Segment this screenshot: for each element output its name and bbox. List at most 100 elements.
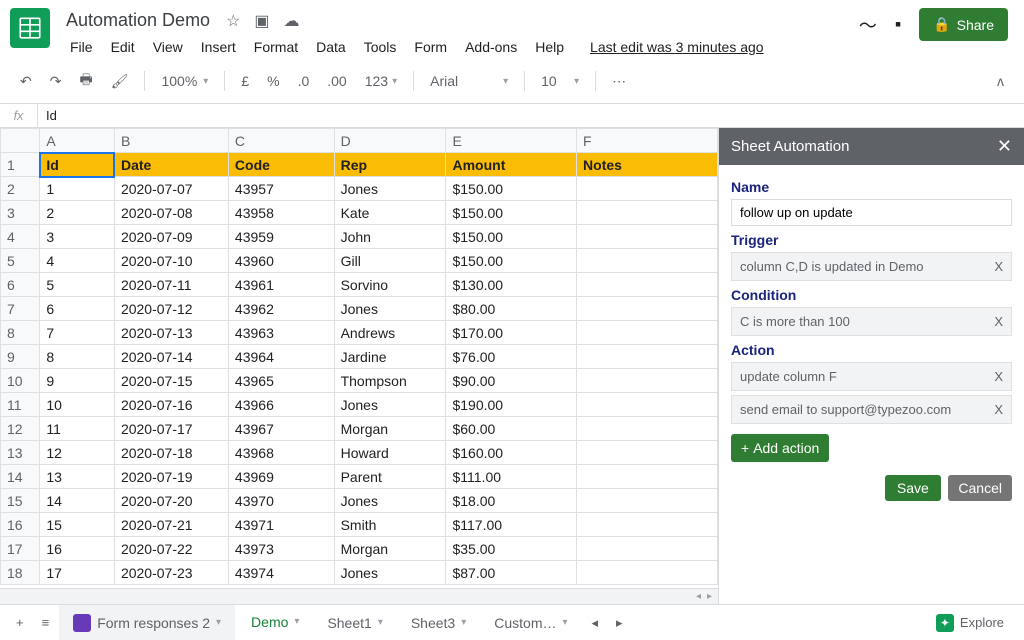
cell[interactable]: 43968: [228, 441, 334, 465]
cell[interactable]: 10: [40, 393, 115, 417]
cell[interactable]: [577, 417, 718, 441]
cell[interactable]: $111.00: [446, 465, 577, 489]
cell[interactable]: $150.00: [446, 201, 577, 225]
cell[interactable]: 43957: [228, 177, 334, 201]
cell[interactable]: 2020-07-11: [114, 273, 228, 297]
cell[interactable]: 43960: [228, 249, 334, 273]
save-button[interactable]: Save: [885, 475, 941, 501]
add-action-button[interactable]: + Add action: [731, 434, 829, 462]
column-header-C[interactable]: C: [228, 129, 334, 153]
cell[interactable]: [577, 225, 718, 249]
zoom-select[interactable]: 100% ▾: [155, 69, 214, 93]
row-header-1[interactable]: 1: [1, 153, 40, 177]
cell[interactable]: Smith: [334, 513, 446, 537]
cell[interactable]: 11: [40, 417, 115, 441]
formula-input[interactable]: Id: [38, 104, 1024, 127]
row-header-11[interactable]: 11: [1, 393, 40, 417]
remove-action-icon[interactable]: X: [994, 402, 1003, 417]
cell[interactable]: 43959: [228, 225, 334, 249]
all-sheets-button[interactable]: ≡: [34, 615, 58, 630]
tab-scroll-right[interactable]: ▸: [608, 615, 631, 631]
cell[interactable]: 17: [40, 561, 115, 585]
cell[interactable]: Thompson: [334, 369, 446, 393]
row-header-7[interactable]: 7: [1, 297, 40, 321]
remove-condition-icon[interactable]: X: [994, 314, 1003, 329]
cell[interactable]: 7: [40, 321, 115, 345]
cell[interactable]: 43971: [228, 513, 334, 537]
cell[interactable]: 2020-07-10: [114, 249, 228, 273]
cell[interactable]: $35.00: [446, 537, 577, 561]
cell[interactable]: 2020-07-17: [114, 417, 228, 441]
header-cell-code[interactable]: Code: [228, 153, 334, 177]
menu-form[interactable]: Form: [406, 35, 455, 59]
cell[interactable]: 43970: [228, 489, 334, 513]
cell[interactable]: $150.00: [446, 177, 577, 201]
cell[interactable]: $80.00: [446, 297, 577, 321]
cancel-button[interactable]: Cancel: [948, 475, 1012, 501]
scroll-left-icon[interactable]: ◂: [696, 591, 701, 602]
automation-name-input[interactable]: [731, 199, 1012, 226]
cell[interactable]: 43973: [228, 537, 334, 561]
menu-help[interactable]: Help: [527, 35, 572, 59]
percent-button[interactable]: %: [261, 69, 285, 93]
cell[interactable]: 4: [40, 249, 115, 273]
row-header-3[interactable]: 3: [1, 201, 40, 225]
cell[interactable]: 2020-07-19: [114, 465, 228, 489]
column-header-B[interactable]: B: [114, 129, 228, 153]
cell[interactable]: 2020-07-12: [114, 297, 228, 321]
header-cell-amount[interactable]: Amount: [446, 153, 577, 177]
cell[interactable]: 2020-07-14: [114, 345, 228, 369]
close-icon[interactable]: ✕: [997, 136, 1012, 157]
cell[interactable]: [577, 297, 718, 321]
row-header-10[interactable]: 10: [1, 369, 40, 393]
cell[interactable]: 2020-07-15: [114, 369, 228, 393]
cell[interactable]: 43963: [228, 321, 334, 345]
cell[interactable]: 43965: [228, 369, 334, 393]
cell[interactable]: [577, 561, 718, 585]
menu-insert[interactable]: Insert: [193, 35, 244, 59]
action-chip-0[interactable]: update column FX: [731, 362, 1012, 391]
cell[interactable]: [577, 369, 718, 393]
row-header-12[interactable]: 12: [1, 417, 40, 441]
remove-action-icon[interactable]: X: [994, 369, 1003, 384]
undo-button[interactable]: ↶: [14, 69, 38, 94]
cell[interactable]: Jones: [334, 297, 446, 321]
currency-button[interactable]: £: [235, 69, 255, 93]
column-header-F[interactable]: F: [577, 129, 718, 153]
cell[interactable]: $150.00: [446, 225, 577, 249]
cell[interactable]: 43964: [228, 345, 334, 369]
condition-chip[interactable]: C is more than 100 X: [731, 307, 1012, 336]
cell[interactable]: $87.00: [446, 561, 577, 585]
cell[interactable]: 9: [40, 369, 115, 393]
cell[interactable]: John: [334, 225, 446, 249]
action-chip-1[interactable]: send email to support@typezoo.comX: [731, 395, 1012, 424]
header-cell-notes[interactable]: Notes: [577, 153, 718, 177]
number-format-select[interactable]: 123 ▾: [359, 69, 403, 93]
row-header-13[interactable]: 13: [1, 441, 40, 465]
move-icon[interactable]: ▣: [254, 11, 269, 31]
spreadsheet-grid[interactable]: ABCDEF1IdDateCodeRepAmountNotes212020-07…: [0, 128, 718, 604]
menu-file[interactable]: File: [62, 35, 101, 59]
cell[interactable]: Parent: [334, 465, 446, 489]
cell[interactable]: $90.00: [446, 369, 577, 393]
cell[interactable]: 8: [40, 345, 115, 369]
menu-data[interactable]: Data: [308, 35, 354, 59]
cell[interactable]: 2020-07-21: [114, 513, 228, 537]
cell[interactable]: 2020-07-09: [114, 225, 228, 249]
font-select[interactable]: Arial▾: [424, 69, 514, 93]
cell[interactable]: [577, 441, 718, 465]
cell[interactable]: 43967: [228, 417, 334, 441]
cloud-status-icon[interactable]: ☁: [284, 11, 300, 31]
row-header-6[interactable]: 6: [1, 273, 40, 297]
add-sheet-button[interactable]: +: [8, 615, 32, 630]
cell[interactable]: 43974: [228, 561, 334, 585]
cell[interactable]: 43962: [228, 297, 334, 321]
cell[interactable]: [577, 489, 718, 513]
star-icon[interactable]: ☆: [226, 11, 240, 31]
tab-scroll-left[interactable]: ◂: [584, 615, 607, 631]
cell[interactable]: [577, 321, 718, 345]
cell[interactable]: 1: [40, 177, 115, 201]
cell[interactable]: [577, 177, 718, 201]
row-header-5[interactable]: 5: [1, 249, 40, 273]
increase-decimal-button[interactable]: .00: [321, 69, 352, 93]
